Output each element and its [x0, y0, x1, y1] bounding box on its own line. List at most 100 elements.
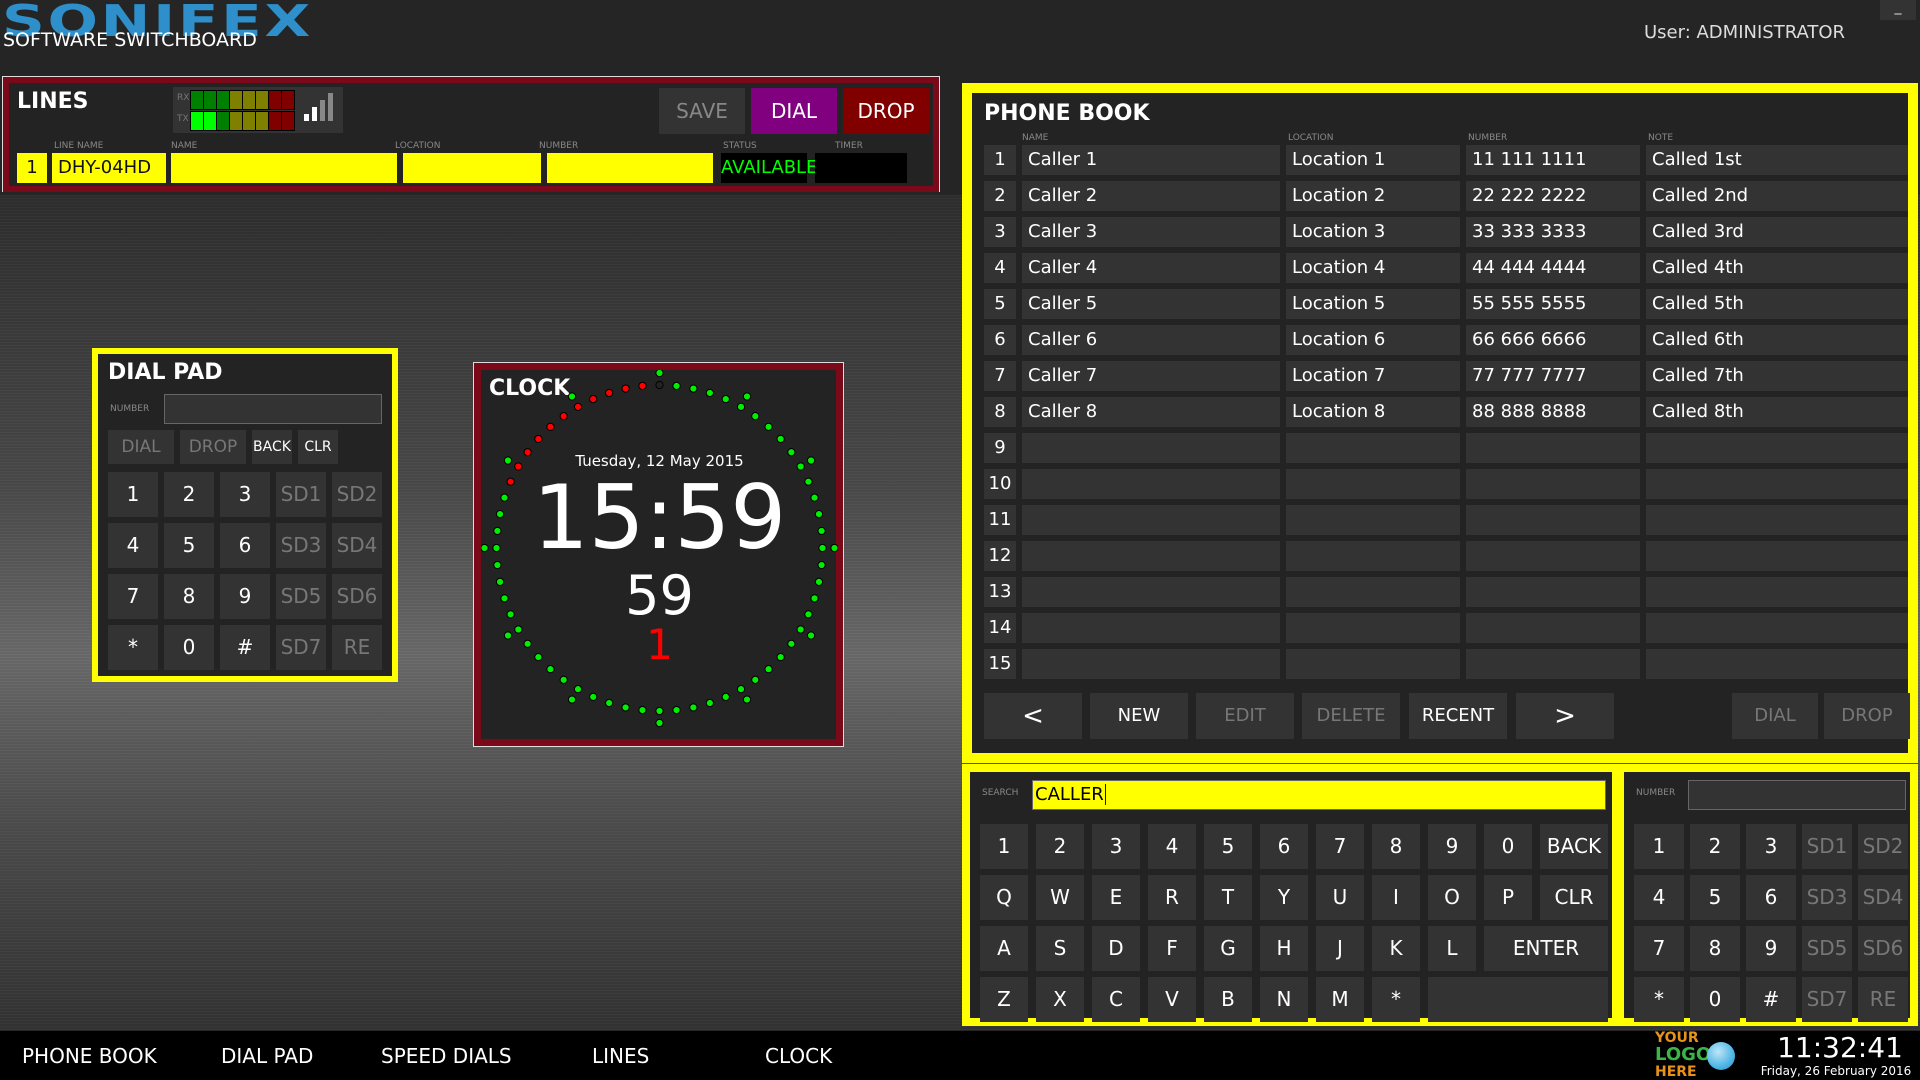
- keyboard-key-back[interactable]: BACK: [1540, 824, 1608, 869]
- dial-pad-key-6[interactable]: 6: [220, 523, 270, 568]
- dial-pad-key-sd6[interactable]: SD6: [332, 574, 382, 619]
- phone-book-row[interactable]: 5 Caller 5 Location 5 55 555 5555 Called 5th: [984, 289, 1908, 319]
- contact-name[interactable]: [1022, 613, 1280, 643]
- keyboard-key-4[interactable]: 4: [1148, 824, 1196, 869]
- contact-note[interactable]: Called 3rd: [1646, 217, 1908, 247]
- contact-note[interactable]: [1646, 469, 1908, 499]
- keyboard-key-v[interactable]: V: [1148, 977, 1196, 1022]
- phone-book-row[interactable]: 8 Caller 8 Location 8 88 888 8888 Called 8th: [984, 397, 1908, 427]
- keyboard-key-u[interactable]: U: [1316, 875, 1364, 920]
- contact-name[interactable]: [1022, 577, 1280, 607]
- keyboard-key-d[interactable]: D: [1092, 926, 1140, 971]
- keyboard-key-0[interactable]: 0: [1484, 824, 1532, 869]
- keyboard-key-g[interactable]: G: [1204, 926, 1252, 971]
- keyboard-key-t[interactable]: T: [1204, 875, 1252, 920]
- line-location-field[interactable]: [403, 153, 541, 183]
- keyboard-key-3[interactable]: 3: [1092, 824, 1140, 869]
- contact-number[interactable]: 55 555 5555: [1466, 289, 1640, 319]
- contact-note[interactable]: [1646, 649, 1908, 679]
- contact-note[interactable]: Called 7th: [1646, 361, 1908, 391]
- keyboard-key-c[interactable]: C: [1092, 977, 1140, 1022]
- phone-book-row[interactable]: 13: [984, 577, 1908, 607]
- contact-name[interactable]: Caller 7: [1022, 361, 1280, 391]
- dial-pad-key-7[interactable]: 7: [108, 574, 158, 619]
- numpad-key-1[interactable]: 1: [1634, 824, 1684, 869]
- next-page-button[interactable]: >: [1516, 693, 1614, 739]
- nav-speed-dials[interactable]: SPEED DIALS: [381, 1044, 512, 1068]
- line-number-field[interactable]: [547, 153, 713, 183]
- contact-number[interactable]: 66 666 6666: [1466, 325, 1640, 355]
- numpad-key-sd1[interactable]: SD1: [1802, 824, 1852, 869]
- keyboard-key-enter[interactable]: ENTER: [1484, 926, 1608, 971]
- keyboard-key-z[interactable]: Z: [980, 977, 1028, 1022]
- contact-name[interactable]: Caller 5: [1022, 289, 1280, 319]
- numpad-key-sd2[interactable]: SD2: [1858, 824, 1908, 869]
- phone-book-row[interactable]: 14: [984, 613, 1908, 643]
- keyboard-key-b[interactable]: B: [1204, 977, 1252, 1022]
- contact-number[interactable]: [1466, 433, 1640, 463]
- numpad-key-9[interactable]: 9: [1746, 926, 1796, 971]
- contact-note[interactable]: Called 6th: [1646, 325, 1908, 355]
- phone-book-row[interactable]: 6 Caller 6 Location 6 66 666 6666 Called 6th: [984, 325, 1908, 355]
- dial-pad-key-1[interactable]: 1: [108, 472, 158, 517]
- contact-location[interactable]: Location 8: [1286, 397, 1460, 427]
- contact-number[interactable]: 44 444 4444: [1466, 253, 1640, 283]
- numpad-number-input[interactable]: [1688, 780, 1906, 810]
- contact-location[interactable]: [1286, 505, 1460, 535]
- contact-name[interactable]: [1022, 469, 1280, 499]
- numpad-key-star[interactable]: *: [1634, 977, 1684, 1022]
- save-button[interactable]: SAVE: [659, 88, 745, 134]
- contact-note[interactable]: [1646, 577, 1908, 607]
- contact-number[interactable]: 88 888 8888: [1466, 397, 1640, 427]
- nav-phone-book[interactable]: PHONE BOOK: [22, 1044, 157, 1068]
- numpad-key-0[interactable]: 0: [1690, 977, 1740, 1022]
- keyboard-key-q[interactable]: Q: [980, 875, 1028, 920]
- edit-contact-button[interactable]: EDIT: [1196, 693, 1294, 739]
- recent-calls-button[interactable]: RECENT: [1409, 693, 1507, 739]
- contact-location[interactable]: Location 2: [1286, 181, 1460, 211]
- phone-book-row[interactable]: 10: [984, 469, 1908, 499]
- keyboard-key-x[interactable]: X: [1036, 977, 1084, 1022]
- nav-lines[interactable]: LINES: [592, 1044, 649, 1068]
- dial-pad-key-sd3[interactable]: SD3: [276, 523, 326, 568]
- contact-location[interactable]: [1286, 613, 1460, 643]
- contact-number[interactable]: [1466, 469, 1640, 499]
- numpad-key-6[interactable]: 6: [1746, 875, 1796, 920]
- new-contact-button[interactable]: NEW: [1090, 693, 1188, 739]
- keyboard-key-2[interactable]: 2: [1036, 824, 1084, 869]
- keyboard-key-l[interactable]: L: [1428, 926, 1476, 971]
- phone-book-row[interactable]: 3 Caller 3 Location 3 33 333 3333 Called 3rd: [984, 217, 1908, 247]
- contact-number[interactable]: 77 777 7777: [1466, 361, 1640, 391]
- keyboard-key-w[interactable]: W: [1036, 875, 1084, 920]
- phone-book-row[interactable]: 15: [984, 649, 1908, 679]
- keyboard-key-star[interactable]: *: [1372, 977, 1420, 1022]
- phone-book-row[interactable]: 12: [984, 541, 1908, 571]
- contact-number[interactable]: 33 333 3333: [1466, 217, 1640, 247]
- contact-note[interactable]: [1646, 505, 1908, 535]
- keyboard-key-r[interactable]: R: [1148, 875, 1196, 920]
- contact-location[interactable]: [1286, 469, 1460, 499]
- numpad-key-sd3[interactable]: SD3: [1802, 875, 1852, 920]
- dial-pad-number-input[interactable]: [164, 394, 382, 424]
- dial-pad-key-sd4[interactable]: SD4: [332, 523, 382, 568]
- keyboard-key-f[interactable]: F: [1148, 926, 1196, 971]
- dial-pad-key-re[interactable]: RE: [332, 625, 382, 670]
- contact-note[interactable]: [1646, 613, 1908, 643]
- search-input[interactable]: CALLER: [1032, 780, 1606, 810]
- numpad-key-3[interactable]: 3: [1746, 824, 1796, 869]
- contact-note[interactable]: Called 1st: [1646, 145, 1908, 175]
- contact-location[interactable]: Location 5: [1286, 289, 1460, 319]
- line-caller-name-field[interactable]: [171, 153, 397, 183]
- keyboard-key-k[interactable]: K: [1372, 926, 1420, 971]
- contact-number[interactable]: [1466, 541, 1640, 571]
- contact-number[interactable]: 22 222 2222: [1466, 181, 1640, 211]
- contact-name[interactable]: Caller 4: [1022, 253, 1280, 283]
- contact-number[interactable]: [1466, 649, 1640, 679]
- numpad-key-sd6[interactable]: SD6: [1858, 926, 1908, 971]
- minimize-button[interactable]: _: [1880, 0, 1916, 20]
- line-name-field[interactable]: DHY-04HD: [52, 153, 166, 183]
- keyboard-key-e[interactable]: E: [1092, 875, 1140, 920]
- contact-location[interactable]: [1286, 577, 1460, 607]
- contact-note[interactable]: Called 2nd: [1646, 181, 1908, 211]
- contact-name[interactable]: Caller 3: [1022, 217, 1280, 247]
